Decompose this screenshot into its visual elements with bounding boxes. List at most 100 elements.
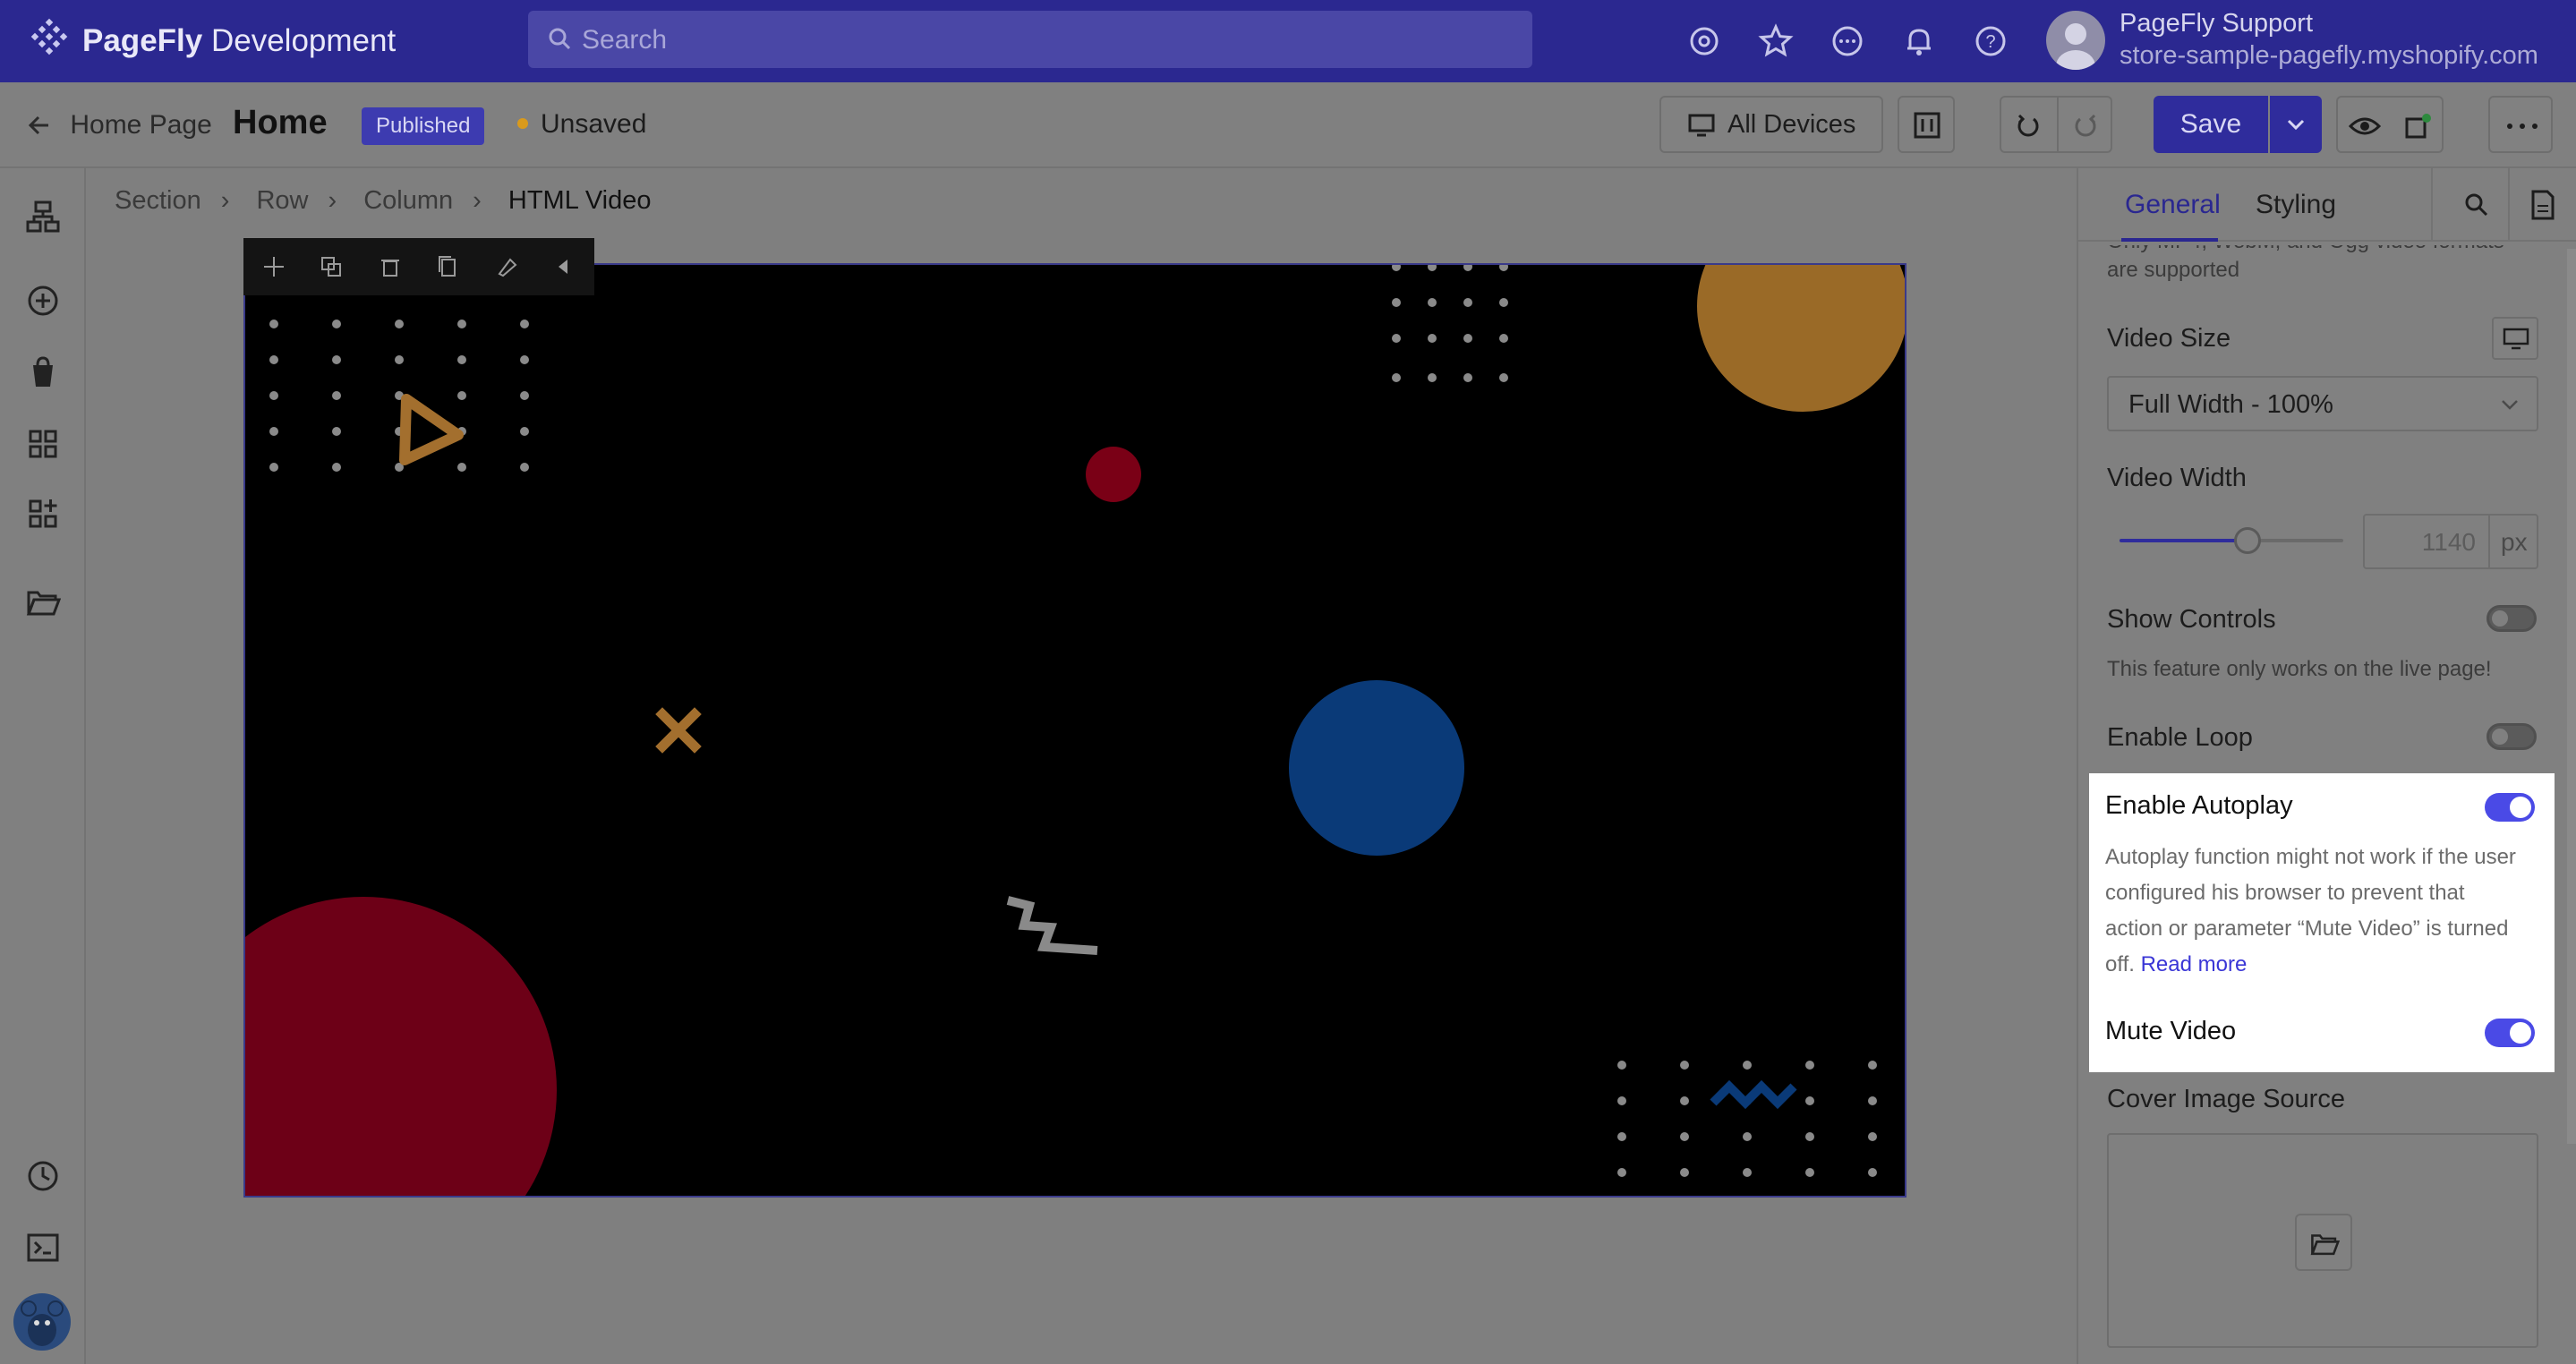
slider-handle[interactable] — [2233, 527, 2261, 554]
cover-image-label: Cover Image Source — [2107, 1085, 2345, 1113]
apps-icon[interactable] — [25, 496, 61, 532]
svg-text:?: ? — [1985, 32, 1995, 52]
preview-group — [2336, 96, 2444, 153]
more-icon — [2507, 124, 2538, 129]
desktop-icon — [2503, 328, 2529, 350]
autoplay-note: Autoplay function might not work if the … — [2105, 840, 2526, 983]
status-badge: Published — [362, 107, 485, 145]
mute-video-toggle[interactable] — [2485, 1019, 2535, 1047]
paint-icon[interactable] — [494, 254, 519, 279]
video-poster-graphic — [245, 265, 1905, 1196]
zigzag-shape — [1006, 896, 1098, 955]
history-icon[interactable] — [25, 1158, 61, 1194]
chat-icon[interactable] — [1830, 23, 1865, 59]
cover-image-button[interactable] — [2295, 1214, 2352, 1271]
video-width-input[interactable]: 1140 px — [2363, 514, 2538, 569]
search-placeholder: Search — [582, 25, 668, 55]
cross-shape — [655, 707, 702, 754]
blue-circle — [1289, 680, 1464, 856]
folder-open-icon — [2310, 1234, 2340, 1256]
app-name: PageFly Development — [82, 23, 397, 58]
formats-note-2: are supported — [2107, 258, 2240, 282]
user-store: store-sample-pagefly.myshopify.com — [2120, 41, 2538, 70]
mascot-avatar-icon[interactable] — [13, 1292, 72, 1351]
save-options-button[interactable] — [2270, 96, 2322, 153]
user-name: PageFly Support — [2120, 9, 2314, 38]
collapse-left-icon[interactable] — [553, 256, 575, 277]
left-rail — [0, 168, 86, 1364]
tab-general[interactable]: General — [2125, 190, 2221, 220]
star-icon[interactable] — [1758, 23, 1794, 59]
bell-icon[interactable] — [1901, 23, 1937, 59]
document-icon[interactable] — [2529, 190, 2556, 220]
responsive-toggle-button[interactable] — [2492, 317, 2538, 360]
show-controls-toggle[interactable] — [2486, 605, 2537, 632]
devices-label: All Devices — [1727, 110, 1856, 139]
grid-icon[interactable] — [25, 426, 61, 462]
devices-dropdown[interactable]: All Devices — [1659, 96, 1883, 153]
publish-icon[interactable] — [2404, 112, 2433, 141]
panel-scrollbar[interactable] — [2567, 249, 2576, 1144]
copy-icon[interactable] — [435, 254, 460, 279]
back-label: Home Page — [70, 110, 212, 141]
video-size-select[interactable]: Full Width - 100% — [2107, 376, 2538, 431]
red-large-circle — [245, 897, 557, 1196]
page-title: Home — [233, 104, 328, 141]
help-icon[interactable]: ? — [1973, 23, 2009, 59]
red-small-circle — [1086, 447, 1141, 502]
layers-icon[interactable] — [25, 199, 61, 234]
search-input[interactable]: Search — [528, 11, 1532, 68]
cover-image-dropzone[interactable] — [2107, 1133, 2538, 1348]
autoplay-toggle[interactable] — [2485, 793, 2535, 822]
autoplay-settings-highlight: Enable Autoplay Autoplay function might … — [2089, 773, 2555, 1072]
folder-open-icon[interactable] — [25, 584, 61, 619]
video-width-slider[interactable] — [2120, 527, 2343, 554]
search-icon — [549, 28, 571, 50]
history-group — [2000, 96, 2112, 153]
move-icon[interactable] — [261, 254, 286, 279]
add-element-icon[interactable] — [25, 283, 61, 319]
breadcrumb-section[interactable]: Section — [115, 186, 201, 215]
shopify-icon[interactable] — [25, 354, 61, 390]
breadcrumb-html-video: HTML Video — [508, 186, 652, 215]
tab-styling[interactable]: Styling — [2256, 190, 2336, 220]
enable-loop-toggle[interactable] — [2486, 723, 2537, 750]
enable-loop-label: Enable Loop — [2107, 723, 2253, 752]
show-controls-note: This feature only works on the live page… — [2107, 657, 2492, 681]
trash-icon[interactable] — [378, 254, 403, 279]
breadcrumb-row[interactable]: Row — [256, 186, 308, 215]
undo-icon[interactable] — [2014, 112, 2043, 141]
duplicate-icon[interactable] — [319, 254, 344, 279]
video-width-unit: px — [2501, 528, 2528, 556]
video-size-value: Full Width - 100% — [2128, 390, 2333, 419]
breadcrumb: Section › Row › Column › HTML Video — [115, 186, 652, 215]
slider-fill — [2120, 539, 2248, 542]
triangle-shape — [399, 394, 464, 465]
desktop-icon — [1688, 114, 1715, 137]
read-more-link[interactable]: Read more — [2141, 952, 2248, 976]
show-controls-label: Show Controls — [2107, 605, 2276, 634]
terminal-icon[interactable] — [25, 1230, 61, 1266]
back-button[interactable]: Home Page — [27, 109, 212, 141]
settings-icon[interactable] — [1686, 23, 1722, 59]
dot-grid-bottom-right — [1617, 1061, 1877, 1177]
element-toolbar — [243, 238, 594, 295]
sliders-icon — [1914, 112, 1941, 139]
eye-icon[interactable] — [2349, 114, 2381, 139]
settings-panel: General Styling Only MP4, WebM, and Ogg … — [2077, 168, 2576, 1364]
redo-icon[interactable] — [2071, 112, 2100, 141]
editor-header: Home Page Home Published Unsaved All Dev… — [0, 82, 2576, 168]
arrow-left-icon — [28, 116, 48, 135]
panel-tabs: General Styling — [2078, 168, 2576, 242]
more-button[interactable] — [2488, 96, 2553, 153]
search-icon[interactable] — [2463, 192, 2490, 218]
mute-video-label: Mute Video — [2105, 1017, 2237, 1045]
top-bar: PageFly Development Search ? PageFly Sup… — [0, 0, 2576, 82]
dot-grid-top-right — [1392, 265, 1508, 382]
dot-grid-top-left — [269, 320, 529, 472]
avatar[interactable] — [2046, 11, 2105, 70]
html-video-element[interactable] — [243, 263, 1906, 1198]
adjust-button[interactable] — [1898, 96, 1955, 153]
save-button[interactable]: Save — [2154, 96, 2268, 153]
breadcrumb-column[interactable]: Column — [363, 186, 453, 215]
